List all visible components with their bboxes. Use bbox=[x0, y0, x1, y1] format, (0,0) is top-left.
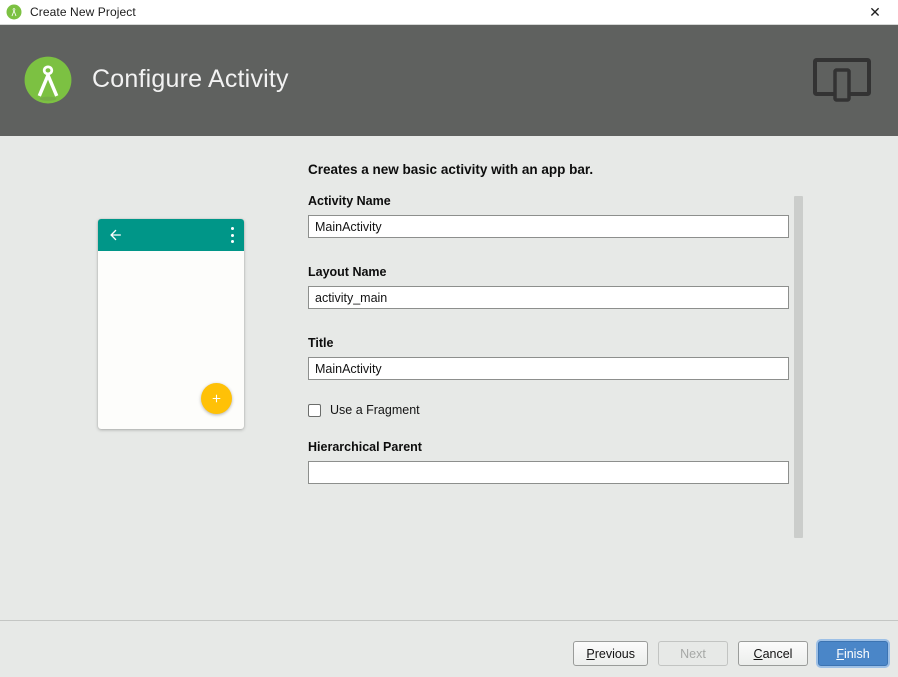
hierarchical-parent-input[interactable] bbox=[308, 461, 789, 484]
device-preview-icon bbox=[813, 58, 871, 102]
layout-name-input[interactable] bbox=[308, 286, 789, 309]
use-a-fragment-label: Use a Fragment bbox=[330, 403, 420, 417]
overflow-menu-icon bbox=[230, 227, 234, 243]
activity-preview bbox=[98, 219, 244, 429]
field-title: Title bbox=[308, 336, 790, 380]
use-a-fragment-checkbox[interactable]: Use a Fragment bbox=[308, 403, 790, 417]
activity-name-input[interactable] bbox=[308, 215, 789, 238]
form-scrollbar-thumb[interactable] bbox=[794, 196, 803, 538]
layout-name-label: Layout Name bbox=[308, 265, 387, 279]
finish-button[interactable]: Finish bbox=[818, 641, 888, 666]
field-hierarchical-parent: Hierarchical Parent bbox=[308, 440, 790, 484]
close-icon[interactable]: ✕ bbox=[852, 0, 898, 24]
android-studio-logo bbox=[24, 56, 72, 104]
window-title: Create New Project bbox=[30, 5, 136, 19]
back-arrow-icon bbox=[110, 229, 121, 241]
checkbox-icon[interactable] bbox=[308, 403, 321, 417]
page-title: Configure Activity bbox=[92, 65, 289, 93]
hierarchical-parent-label: Hierarchical Parent bbox=[308, 440, 422, 454]
footer-button-group: Previous Next Cancel Finish bbox=[573, 641, 888, 666]
next-button[interactable]: Next bbox=[658, 641, 728, 666]
add-icon bbox=[212, 394, 221, 403]
activity-name-label: Activity Name bbox=[308, 194, 391, 208]
dialog-footer: Previous Next Cancel Finish bbox=[0, 621, 898, 677]
intro-description: Creates a new basic activity with an app… bbox=[308, 162, 594, 177]
android-studio-icon bbox=[6, 4, 22, 20]
cancel-button[interactable]: Cancel bbox=[738, 641, 808, 666]
dialog-header: Configure Activity bbox=[0, 25, 898, 136]
preview-appbar bbox=[98, 219, 244, 251]
preview-phone-frame bbox=[98, 219, 244, 429]
title-label: Title bbox=[308, 336, 334, 350]
previous-button[interactable]: Previous bbox=[573, 641, 648, 666]
window-titlebar: Create New Project ✕ bbox=[0, 0, 898, 24]
title-input[interactable] bbox=[308, 357, 789, 380]
field-layout-name: Layout Name bbox=[308, 265, 790, 309]
configure-activity-form: Activity Name Layout Name Title Use a Fr… bbox=[308, 194, 790, 598]
preview-fab bbox=[201, 383, 232, 414]
field-activity-name: Activity Name bbox=[308, 194, 790, 238]
dialog-body: Creates a new basic activity with an app… bbox=[0, 136, 898, 620]
create-new-project-dialog: Create New Project ✕ Configure Activity … bbox=[0, 0, 898, 677]
